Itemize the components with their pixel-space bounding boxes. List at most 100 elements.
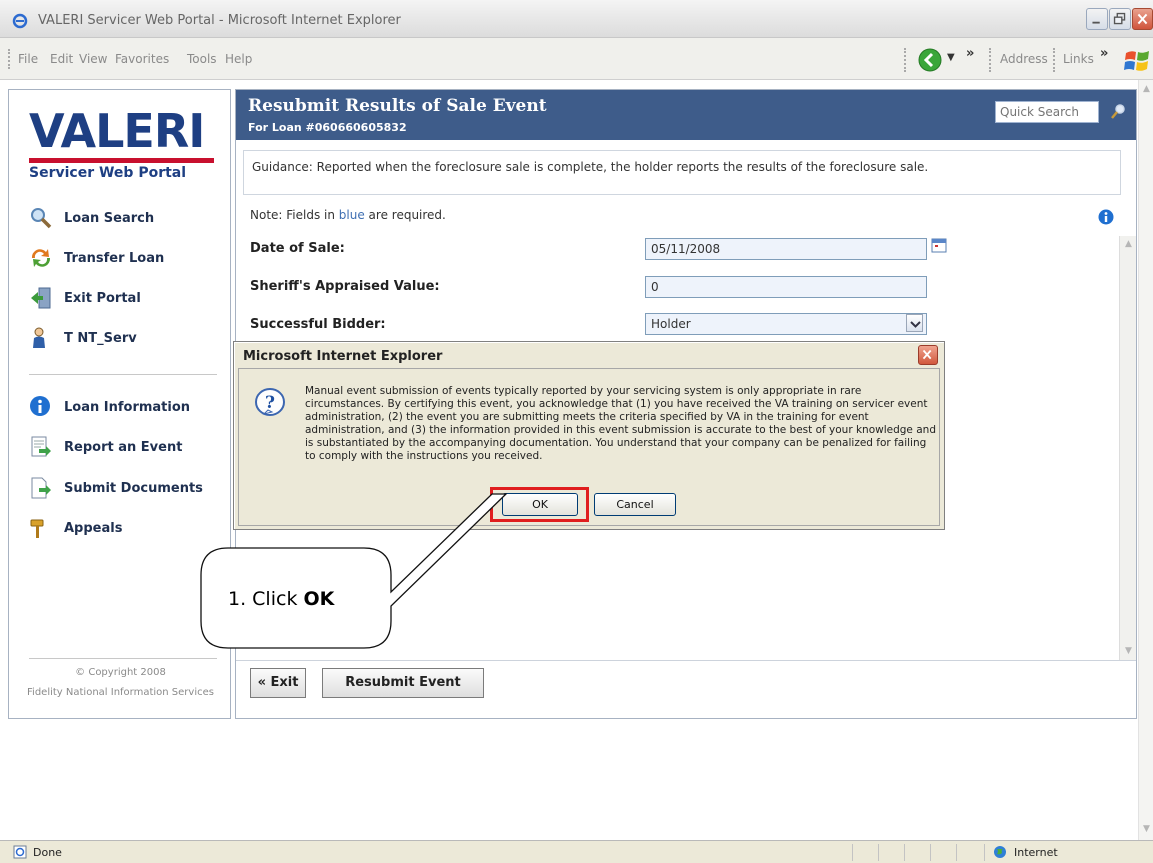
status-cell-divider bbox=[984, 844, 985, 861]
page-header: Resubmit Results of Sale Event For Loan … bbox=[236, 90, 1136, 140]
page-scroll-down-icon[interactable]: ▼ bbox=[1139, 822, 1153, 837]
report-document-icon bbox=[31, 436, 51, 457]
dialog-body: ? Manual event submission of events typi… bbox=[238, 368, 940, 526]
dialog-message: Manual event submission of events typica… bbox=[305, 385, 936, 462]
magnifier-icon bbox=[31, 208, 52, 229]
page-scrollbar[interactable]: ▲ ▼ bbox=[1138, 80, 1153, 840]
callout-prefix: 1. Click bbox=[228, 588, 304, 610]
ok-button[interactable]: OK bbox=[502, 493, 578, 516]
toolbar-separator bbox=[904, 48, 906, 72]
sidebar-divider bbox=[29, 658, 217, 659]
menu-bar: File Edit View Favorites Tools Help ▼ » … bbox=[0, 38, 1153, 80]
exit-door-icon bbox=[31, 287, 51, 309]
appraised-value-label: Sheriff's Appraised Value: bbox=[250, 279, 440, 294]
confirm-dialog: Microsoft Internet Explorer ? Manual eve… bbox=[233, 341, 945, 530]
date-of-sale-field[interactable]: 05/11/2008 bbox=[645, 238, 927, 260]
sidebar-item-label: T NT_Serv bbox=[64, 331, 137, 346]
links-label[interactable]: Links bbox=[1063, 52, 1094, 66]
sidebar-item-loan-information[interactable]: Loan Information bbox=[29, 395, 219, 421]
submit-document-icon bbox=[31, 477, 51, 499]
window-close-button[interactable] bbox=[1132, 8, 1153, 30]
form-scrollbar[interactable]: ▲ ▼ bbox=[1119, 236, 1136, 660]
menu-edit[interactable]: Edit bbox=[50, 52, 73, 66]
sidebar-item-label: Report an Event bbox=[64, 440, 183, 455]
page-scroll-up-icon[interactable]: ▲ bbox=[1139, 82, 1153, 97]
callout-ok-word: OK bbox=[303, 588, 335, 610]
sidebar-item-appeals[interactable]: Appeals bbox=[29, 516, 219, 542]
status-cell-divider bbox=[956, 844, 957, 861]
status-bar: Done Internet bbox=[0, 840, 1153, 863]
status-text: Done bbox=[33, 846, 62, 859]
back-arrow-icon[interactable] bbox=[918, 48, 942, 72]
sidebar-item-label: Exit Portal bbox=[64, 291, 141, 306]
status-cell-divider bbox=[930, 844, 931, 861]
successful-bidder-select[interactable]: Holder bbox=[645, 313, 927, 335]
sidebar: VALERI Servicer Web Portal Loan Search T… bbox=[8, 89, 231, 719]
internet-explorer-icon bbox=[12, 13, 28, 29]
minimize-icon bbox=[1092, 21, 1100, 24]
toolbar-overflow-icon[interactable]: » bbox=[966, 46, 974, 61]
window-title: VALERI Servicer Web Portal - Microsoft I… bbox=[38, 13, 401, 28]
dialog-title: Microsoft Internet Explorer bbox=[243, 349, 443, 364]
restore-button[interactable] bbox=[1109, 8, 1131, 30]
page-done-icon bbox=[13, 845, 27, 859]
search-icon[interactable] bbox=[1109, 103, 1127, 121]
sidebar-item-user[interactable]: T NT_Serv bbox=[29, 326, 219, 352]
minimize-button[interactable] bbox=[1086, 8, 1108, 30]
note-prefix: Note: Fields in bbox=[250, 208, 339, 222]
sidebar-item-submit-documents[interactable]: Submit Documents bbox=[29, 476, 219, 502]
menu-file[interactable]: File bbox=[18, 52, 38, 66]
window-titlebar: VALERI Servicer Web Portal - Microsoft I… bbox=[0, 0, 1153, 38]
sidebar-item-transfer-loan[interactable]: Transfer Loan bbox=[29, 246, 219, 272]
exit-button[interactable]: « Exit bbox=[250, 668, 306, 698]
address-label[interactable]: Address bbox=[1000, 52, 1048, 66]
cancel-button[interactable]: Cancel bbox=[594, 493, 676, 516]
sidebar-item-report-event[interactable]: Report an Event bbox=[29, 435, 219, 461]
copyright-text: © Copyright 2008 bbox=[75, 667, 166, 678]
note-suffix: are required. bbox=[364, 208, 446, 222]
date-of-sale-label: Date of Sale: bbox=[250, 241, 345, 256]
info-icon bbox=[30, 396, 50, 416]
scroll-down-icon[interactable]: ▼ bbox=[1120, 643, 1137, 660]
calendar-icon[interactable] bbox=[931, 237, 947, 253]
sidebar-item-loan-search[interactable]: Loan Search bbox=[29, 206, 219, 232]
actions-divider bbox=[236, 660, 1136, 661]
sidebar-item-label: Submit Documents bbox=[64, 481, 203, 496]
close-icon bbox=[1137, 13, 1148, 25]
toolbar-separator bbox=[989, 48, 991, 72]
transfer-arrows-icon bbox=[31, 249, 51, 267]
quick-search-input[interactable] bbox=[995, 101, 1099, 123]
help-info-icon[interactable] bbox=[1098, 209, 1114, 225]
question-icon: ? bbox=[255, 388, 285, 416]
menu-favorites[interactable]: Favorites bbox=[115, 52, 169, 66]
sidebar-item-exit-portal[interactable]: Exit Portal bbox=[29, 286, 219, 312]
bidder-dropdown-button[interactable] bbox=[906, 314, 923, 332]
menu-view[interactable]: View bbox=[79, 52, 107, 66]
scroll-up-icon[interactable]: ▲ bbox=[1120, 236, 1137, 253]
svg-text:?: ? bbox=[265, 393, 275, 413]
successful-bidder-label: Successful Bidder: bbox=[250, 317, 386, 332]
resubmit-event-button[interactable]: Resubmit Event bbox=[322, 668, 484, 698]
back-dropdown-icon[interactable]: ▼ bbox=[947, 52, 955, 63]
page-title: Resubmit Results of Sale Event bbox=[248, 96, 547, 116]
toolbar-grip[interactable] bbox=[8, 49, 10, 69]
gavel-icon bbox=[30, 519, 44, 538]
status-cell-divider bbox=[878, 844, 879, 861]
status-cell-divider bbox=[904, 844, 905, 861]
dialog-close-button[interactable] bbox=[918, 345, 938, 365]
appraised-value-field[interactable]: 0 bbox=[645, 276, 927, 298]
links-overflow-icon[interactable]: » bbox=[1100, 46, 1108, 61]
sidebar-divider bbox=[29, 374, 217, 375]
close-icon bbox=[922, 349, 932, 360]
menu-tools[interactable]: Tools bbox=[187, 52, 217, 66]
windows-logo-icon bbox=[1124, 51, 1149, 71]
chevron-down-icon bbox=[910, 321, 921, 328]
callout-instruction: 1. Click OK bbox=[228, 588, 334, 610]
logo-wordmark: VALERI bbox=[29, 104, 205, 158]
loan-number: For Loan #060660605832 bbox=[248, 121, 407, 134]
menu-help[interactable]: Help bbox=[225, 52, 252, 66]
restore-icon bbox=[1113, 12, 1126, 25]
sidebar-item-label: Appeals bbox=[64, 521, 123, 536]
logo-red-bar bbox=[29, 158, 214, 163]
status-cell-divider bbox=[852, 844, 853, 861]
